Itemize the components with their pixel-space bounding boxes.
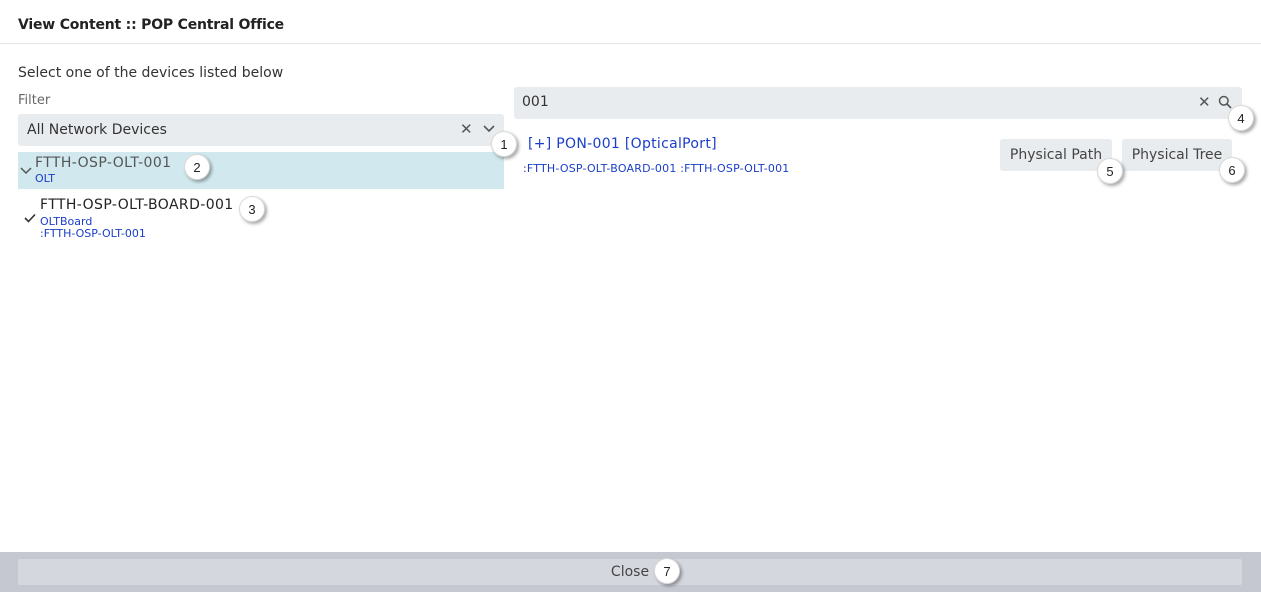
physical-path-button[interactable]: Physical Path [1000, 139, 1112, 171]
result-link[interactable]: [+] PON-001 [OpticalPort] [528, 136, 717, 152]
tree-item-parent: :FTTH-OSP-OLT-001 [40, 227, 146, 240]
device-filter-select[interactable]: All Network Devices ✕ [18, 114, 504, 146]
chevron-down-icon[interactable] [20, 166, 32, 176]
callout-badge: 6 [1219, 157, 1245, 183]
physical-tree-button[interactable]: Physical Tree [1122, 139, 1232, 171]
callout-badge: 2 [184, 154, 210, 180]
dialog-header: View Content :: POP Central Office [0, 0, 1261, 44]
tree-item-olt[interactable]: FTTH-OSP-OLT-001 OLT [18, 152, 504, 189]
tree-item-name: FTTH-OSP-OLT-BOARD-001 [40, 197, 234, 213]
instruction-text: Select one of the devices listed below [18, 65, 284, 81]
tree-item-name: FTTH-OSP-OLT-001 [35, 155, 172, 171]
callout-badge: 5 [1097, 158, 1123, 184]
device-filter-value: All Network Devices [27, 122, 167, 138]
search-icon[interactable] [1218, 95, 1232, 109]
search-input[interactable]: 001 ✕ [514, 87, 1242, 119]
dialog-footer: Close [0, 552, 1261, 592]
filter-clear-icon[interactable]: ✕ [460, 120, 473, 138]
search-value[interactable]: 001 [522, 94, 549, 110]
close-button[interactable]: Close [18, 559, 1242, 585]
check-icon [24, 213, 36, 223]
callout-badge: 7 [654, 558, 680, 584]
filter-label: Filter [18, 93, 51, 108]
callout-badge: 1 [491, 131, 517, 157]
callout-badge: 4 [1228, 105, 1254, 131]
dialog-title: View Content :: POP Central Office [18, 17, 284, 33]
search-clear-icon[interactable]: ✕ [1198, 93, 1211, 111]
callout-badge: 3 [239, 196, 265, 222]
tree-item-type: OLT [35, 172, 55, 185]
tree-item-olt-board[interactable]: FTTH-OSP-OLT-BOARD-001 OLTBoard :FTTH-OS… [18, 196, 248, 240]
result-path: :FTTH-OSP-OLT-BOARD-001 :FTTH-OSP-OLT-00… [523, 162, 790, 175]
